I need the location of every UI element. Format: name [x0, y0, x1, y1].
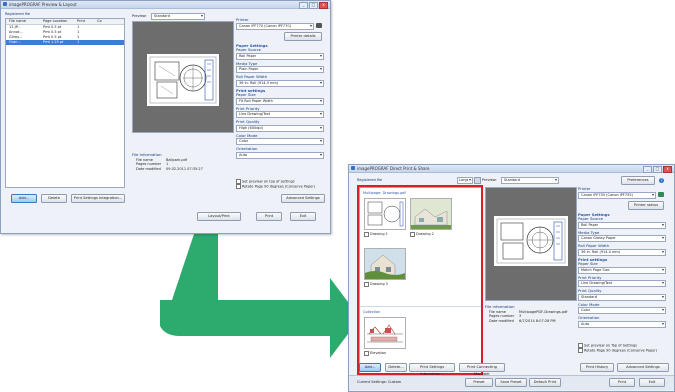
setting-select[interactable]: Roll Paper: [578, 221, 666, 229]
file-info: File information File name MultipagePDF-D…: [485, 305, 575, 323]
status-text: Current Settings: Custom: [357, 380, 402, 384]
preview-select[interactable]: Standard: [151, 13, 205, 20]
preview-area: [132, 21, 234, 133]
add-button[interactable]: Add...: [359, 363, 381, 372]
preset-button[interactable]: Preset: [465, 378, 493, 387]
setting-select[interactable]: Fit Roll Paper Width: [236, 97, 324, 105]
table-row[interactable]: Gran... Pmt 1.25 pt 1: [6, 40, 124, 45]
setting-select[interactable]: Line Drawing/Text: [236, 111, 324, 118]
help-icon[interactable]: ?: [659, 178, 664, 183]
file-info-key: Date modified: [136, 166, 161, 171]
preview-page: [147, 54, 219, 106]
file-list[interactable]: File name Page Location Print Co 12.JP..…: [5, 18, 125, 188]
preview-label: Preview:: [132, 14, 147, 18]
preview-area: [485, 187, 577, 301]
file-info-row: Date modified 6/7/2014 8:07:28 PM: [485, 319, 575, 324]
setting-select[interactable]: Auto: [578, 320, 666, 328]
setting-select[interactable]: Match Page Size: [578, 266, 666, 274]
setting-select[interactable]: Canon Glossy Paper: [578, 235, 666, 242]
print-button[interactable]: Print: [256, 212, 282, 221]
save-preset-button[interactable]: Save Preset: [495, 378, 527, 387]
layout-print-button[interactable]: Layout/Print: [197, 212, 241, 221]
settings-panel: Printer Canon iPF755 (Canon iPF755) Prin…: [578, 186, 666, 330]
printer-select[interactable]: Canon iPF770 (Canon iPF770): [236, 22, 314, 30]
preview-label: Preview:: [482, 178, 497, 182]
print-history-button[interactable]: Print History: [580, 363, 614, 372]
maximize-button[interactable]: □: [309, 2, 318, 9]
floorplan-image: [149, 56, 217, 104]
preview-select[interactable]: Standard: [501, 177, 559, 184]
printer-details-button[interactable]: Printer details: [284, 31, 322, 41]
page-location-cell: Pmt 1.25 pt: [43, 40, 64, 44]
add-button[interactable]: Add...: [11, 194, 37, 203]
file-info-value: 09.02.2011 07:35:27: [166, 166, 203, 171]
settings-panel: Printer Canon iPF770 (Canon iPF770) Prin…: [236, 17, 324, 161]
printer-icon[interactable]: [658, 191, 664, 197]
app-icon: [351, 166, 355, 170]
advanced-settings-button[interactable]: Advanced Settings: [617, 363, 669, 372]
setting-select[interactable]: Roll Paper: [236, 52, 324, 60]
setting-select[interactable]: Color: [236, 138, 324, 145]
window-preview-layout: imagePROGRAF Preview & Layout _ □ x Regist…: [0, 0, 331, 234]
checkbox-rotate[interactable]: Rotate Page 90 degrees (Conserve Paper): [236, 184, 326, 189]
printer-select[interactable]: Canon iPF755 (Canon iPF755): [578, 191, 656, 199]
setting-select[interactable]: High (600dpi): [236, 124, 324, 132]
setting-select[interactable]: Standard: [578, 293, 666, 301]
window-title: imagePROGRAF Direct Print & Share: [357, 166, 430, 171]
preferences-button[interactable]: Preferences: [621, 176, 655, 185]
column-header[interactable]: File name: [6, 19, 43, 24]
window-title: imagePROGRAF Preview & Layout: [9, 2, 77, 7]
checkbox-rotate[interactable]: Rotate Page 90 degrees (Conserve Paper): [578, 348, 670, 353]
file-info-value: Ballpark.pdf: [166, 157, 188, 162]
app-icon: [3, 2, 7, 6]
print-button[interactable]: Print: [609, 378, 635, 387]
checkbox[interactable]: [236, 184, 241, 189]
title-bar: imagePROGRAF Direct Print & Share _ □ x: [349, 165, 674, 173]
sort-label: Registered file: [357, 178, 383, 182]
printer-icon[interactable]: [316, 22, 322, 28]
file-info-value: 6/7/2014 8:07:28 PM: [519, 318, 556, 323]
sort-label: Registered file: [5, 12, 31, 16]
setting-select[interactable]: Plain Paper: [236, 66, 324, 73]
window-direct-print-share: imagePROGRAF Direct Print & Share _ □ x Re…: [348, 164, 675, 392]
print-settings-integration-button[interactable]: Print Settings Integration...: [71, 194, 125, 203]
minimize-button[interactable]: _: [643, 166, 652, 173]
exit-button[interactable]: Exit: [639, 378, 665, 387]
setting-select[interactable]: Auto: [236, 151, 324, 159]
highlight-frame: [357, 185, 483, 375]
file-info-key: Date modified: [489, 318, 514, 323]
file-info-value: MultipagePDF-Drawings.pdf: [519, 309, 568, 314]
column-header[interactable]: Print: [77, 19, 97, 24]
column-header[interactable]: Page Location: [43, 19, 77, 24]
view-toggle-icon[interactable]: [474, 177, 481, 184]
file-name-cell: Gran...: [9, 40, 21, 44]
advanced-settings-button[interactable]: Advanced Settings: [281, 194, 325, 203]
print-settings-integration-button[interactable]: Print Settings Integration...: [409, 363, 455, 376]
delete-button[interactable]: Delete: [41, 194, 67, 203]
checkbox[interactable]: [578, 348, 583, 353]
view-mode-select[interactable]: Large icons: [457, 177, 473, 184]
preview-page: [494, 216, 568, 266]
file-info-row: Date modified 09.02.2011 07:35:27: [132, 167, 232, 172]
setting-select[interactable]: 36 in. Roll (914.4 mm): [578, 248, 666, 256]
default-print-button[interactable]: Default Print: [529, 378, 561, 387]
delete-button[interactable]: Delete...: [385, 363, 407, 372]
print-connecting-manager-button[interactable]: Print Connecting Manager: [459, 363, 505, 376]
setting-select[interactable]: Color: [578, 307, 666, 314]
close-button[interactable]: x: [319, 2, 328, 9]
setting-select[interactable]: 36 in. Roll (914.4 mm): [236, 79, 324, 87]
column-header[interactable]: Co: [97, 19, 117, 24]
status-bar: Current Settings: Custom Preset Save Pre…: [349, 375, 674, 390]
title-bar: imagePROGRAF Preview & Layout _ □ x: [1, 1, 330, 9]
file-info: File Information File name Ballpark.pdf Pa…: [132, 153, 232, 171]
setting-select[interactable]: Line Drawing/Text: [578, 280, 666, 287]
floorplan-image: [496, 218, 566, 264]
close-button[interactable]: x: [663, 166, 672, 173]
exit-button[interactable]: Exit: [290, 212, 316, 221]
minimize-button[interactable]: _: [299, 2, 308, 9]
maximize-button[interactable]: □: [653, 166, 662, 173]
print-count-cell[interactable]: 1: [77, 40, 97, 45]
printer-status-button[interactable]: Printer status: [628, 200, 664, 210]
